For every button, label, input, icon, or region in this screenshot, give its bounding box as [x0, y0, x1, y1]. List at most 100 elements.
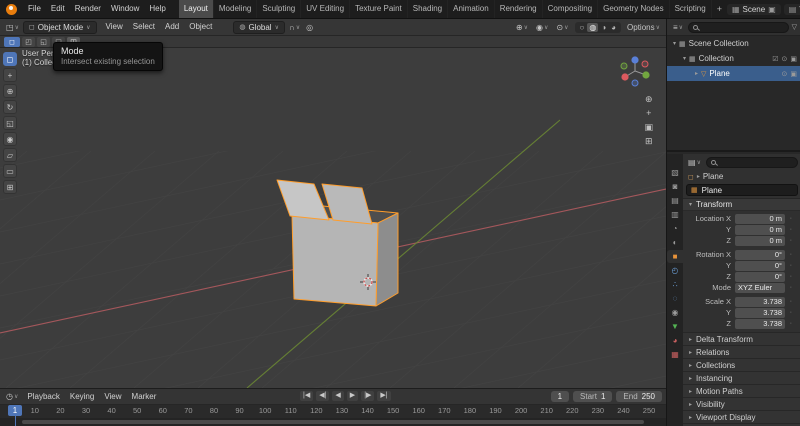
scale-tool[interactable]: ◱: [3, 116, 17, 130]
timeline-ruler[interactable]: 1020304050607080901001101201301401501601…: [0, 405, 666, 418]
mesh-object-plane[interactable]: [277, 180, 398, 306]
gizmo-x-axis[interactable]: [621, 73, 628, 80]
properties-section-header[interactable]: ▸ Viewport Display: [683, 410, 800, 423]
properties-tab-modifiers[interactable]: ◴: [667, 264, 683, 277]
properties-tab-tool[interactable]: ▧: [667, 166, 683, 179]
new-scene-icon[interactable]: ▣: [768, 5, 776, 14]
timeline-menu-item[interactable]: Playback: [22, 388, 64, 406]
select-mode-button-1[interactable]: ◰: [22, 37, 35, 47]
properties-tab-scene[interactable]: ◔: [667, 222, 683, 235]
timeline-menu-item[interactable]: View: [99, 388, 126, 406]
gizmo-neg-x-axis[interactable]: [642, 61, 648, 67]
outliner-editor-type-button[interactable]: ≡ ∨: [671, 23, 685, 32]
timeline-editor-type-button[interactable]: ◷ ∨: [4, 392, 20, 401]
filter-icon[interactable]: ▽: [792, 23, 797, 31]
transform-value-field[interactable]: 0 m: [735, 225, 785, 235]
annotate-tool[interactable]: ▱: [3, 148, 17, 162]
current-frame-field[interactable]: 1: [551, 391, 569, 402]
properties-section-header[interactable]: ▸ Motion Paths: [683, 384, 800, 397]
pan-icon[interactable]: +: [646, 108, 651, 118]
animate-dot-icon[interactable]: ∙: [785, 251, 797, 258]
active-tool-button[interactable]: ◻: [4, 37, 20, 47]
chevron-open-icon[interactable]: ▾: [683, 55, 686, 62]
workspace-tab[interactable]: Scripting: [670, 0, 712, 19]
transform-orientation-dropdown[interactable]: ◍ Global ∨: [233, 21, 285, 34]
jump-to-start-button[interactable]: |◀: [300, 391, 313, 401]
workspace-tab[interactable]: Modeling: [214, 0, 257, 19]
end-frame-field[interactable]: End250: [616, 391, 662, 402]
properties-section-header[interactable]: ▸ Relations: [683, 345, 800, 358]
workspace-tab[interactable]: Shading: [408, 0, 448, 19]
properties-tab-constraints[interactable]: ◉: [667, 306, 683, 319]
animate-dot-icon[interactable]: ∙: [785, 309, 797, 316]
animate-dot-icon[interactable]: ∙: [785, 273, 797, 280]
workspace-tab[interactable]: UV Editing: [301, 0, 350, 19]
select-mode-button-2[interactable]: ◱: [37, 37, 50, 47]
disable-render-icon[interactable]: ▣: [790, 70, 797, 78]
transform-value-field[interactable]: 3.738: [735, 308, 785, 318]
hide-eye-icon[interactable]: ⊙: [782, 70, 788, 78]
shading-rendered-icon[interactable]: ◕: [609, 23, 618, 32]
properties-editor-type-button[interactable]: ▤ ∨: [686, 158, 703, 167]
breadcrumb-object-name[interactable]: Plane: [703, 172, 723, 181]
toggle-perspective-icon[interactable]: ⊞: [645, 136, 653, 146]
animate-dot-icon[interactable]: ∙: [785, 226, 797, 233]
properties-section-header[interactable]: ▸ Delta Transform: [683, 332, 800, 345]
workspace-tab[interactable]: Layout: [179, 0, 214, 19]
transform-value-field[interactable]: 0°: [735, 250, 785, 260]
outliner-row-plane[interactable]: ▸ ▽ Plane ⊙ ▣: [667, 66, 800, 81]
viewport-menu-item[interactable]: Select: [128, 19, 160, 36]
menubar-item[interactable]: Render: [70, 0, 106, 18]
properties-tab-output[interactable]: ▤: [667, 194, 683, 207]
viewlayer-selector[interactable]: ▤ ViewLayer ▣: [784, 4, 800, 15]
jump-to-end-button[interactable]: ▶|: [377, 391, 390, 401]
measure-tool[interactable]: ▭: [3, 164, 17, 178]
menubar-item[interactable]: Window: [106, 0, 144, 18]
disable-render-icon[interactable]: ▣: [790, 55, 797, 63]
workspace-tab[interactable]: Animation: [448, 0, 495, 19]
properties-tab-texture[interactable]: ▦: [667, 348, 683, 361]
workspace-tab[interactable]: Sculpting: [257, 0, 301, 19]
snap-toggle[interactable]: ∩ ∨: [287, 23, 302, 32]
properties-tab-physics[interactable]: ◌: [667, 292, 683, 305]
shading-solid-icon[interactable]: ◍: [587, 23, 598, 32]
properties-search-input[interactable]: [706, 157, 798, 168]
transform-value-field[interactable]: XYZ Euler: [735, 283, 785, 293]
shading-material-icon[interactable]: ◑: [599, 23, 608, 32]
transform-value-field[interactable]: 0 m: [735, 214, 785, 224]
camera-view-icon[interactable]: ▣: [644, 122, 653, 132]
gizmo-neg-z-axis[interactable]: [632, 80, 638, 86]
properties-tab-particles[interactable]: ∴: [667, 278, 683, 291]
gizmos-dropdown[interactable]: ⊕ ∨: [514, 23, 530, 32]
properties-section-header[interactable]: ▸ Visibility: [683, 397, 800, 410]
viewport-menu-item[interactable]: View: [101, 19, 128, 36]
gizmo-y-axis[interactable]: [642, 71, 649, 78]
start-frame-field[interactable]: Start1: [573, 391, 612, 402]
outliner-row-scene-collection[interactable]: ▾ ▦ Scene Collection: [667, 36, 800, 51]
select-box-tool[interactable]: ◻: [3, 52, 17, 66]
menubar-item[interactable]: File: [23, 0, 46, 18]
transform-value-field[interactable]: 0 m: [735, 236, 785, 246]
editor-type-button[interactable]: ◳ ∨: [4, 23, 21, 32]
visibility-dropdown[interactable]: ⊙ ∨: [554, 23, 570, 32]
transform-panel-header[interactable]: ▾ Transform: [683, 198, 800, 211]
play-reverse-button[interactable]: ◀: [332, 391, 343, 401]
animate-dot-icon[interactable]: ∙: [785, 237, 797, 244]
outliner-row-collection[interactable]: ▾ ▦ Collection ☑ ⊙ ▣: [667, 51, 800, 66]
play-button[interactable]: ▶: [347, 391, 358, 401]
animate-dot-icon[interactable]: ∙: [785, 262, 797, 269]
properties-tab-view-layer[interactable]: ▥: [667, 208, 683, 221]
workspace-tab[interactable]: Texture Paint: [350, 0, 408, 19]
workspace-tab[interactable]: Compositing: [543, 0, 598, 19]
animate-dot-icon[interactable]: ∙: [785, 320, 797, 327]
animate-dot-icon[interactable]: ∙: [785, 215, 797, 222]
rotate-tool[interactable]: ↻: [3, 100, 17, 114]
cursor-tool[interactable]: +: [3, 68, 17, 82]
overlays-dropdown[interactable]: ◉ ∨: [534, 23, 550, 32]
properties-section-header[interactable]: ▸ Instancing: [683, 371, 800, 384]
workspace-tab[interactable]: Geometry Nodes: [598, 0, 669, 19]
timeline-menu-item[interactable]: Marker: [127, 388, 162, 406]
add-cube-tool[interactable]: ⊞: [3, 180, 17, 194]
animate-dot-icon[interactable]: ∙: [785, 284, 797, 291]
zoom-icon[interactable]: ⊕: [645, 94, 653, 104]
